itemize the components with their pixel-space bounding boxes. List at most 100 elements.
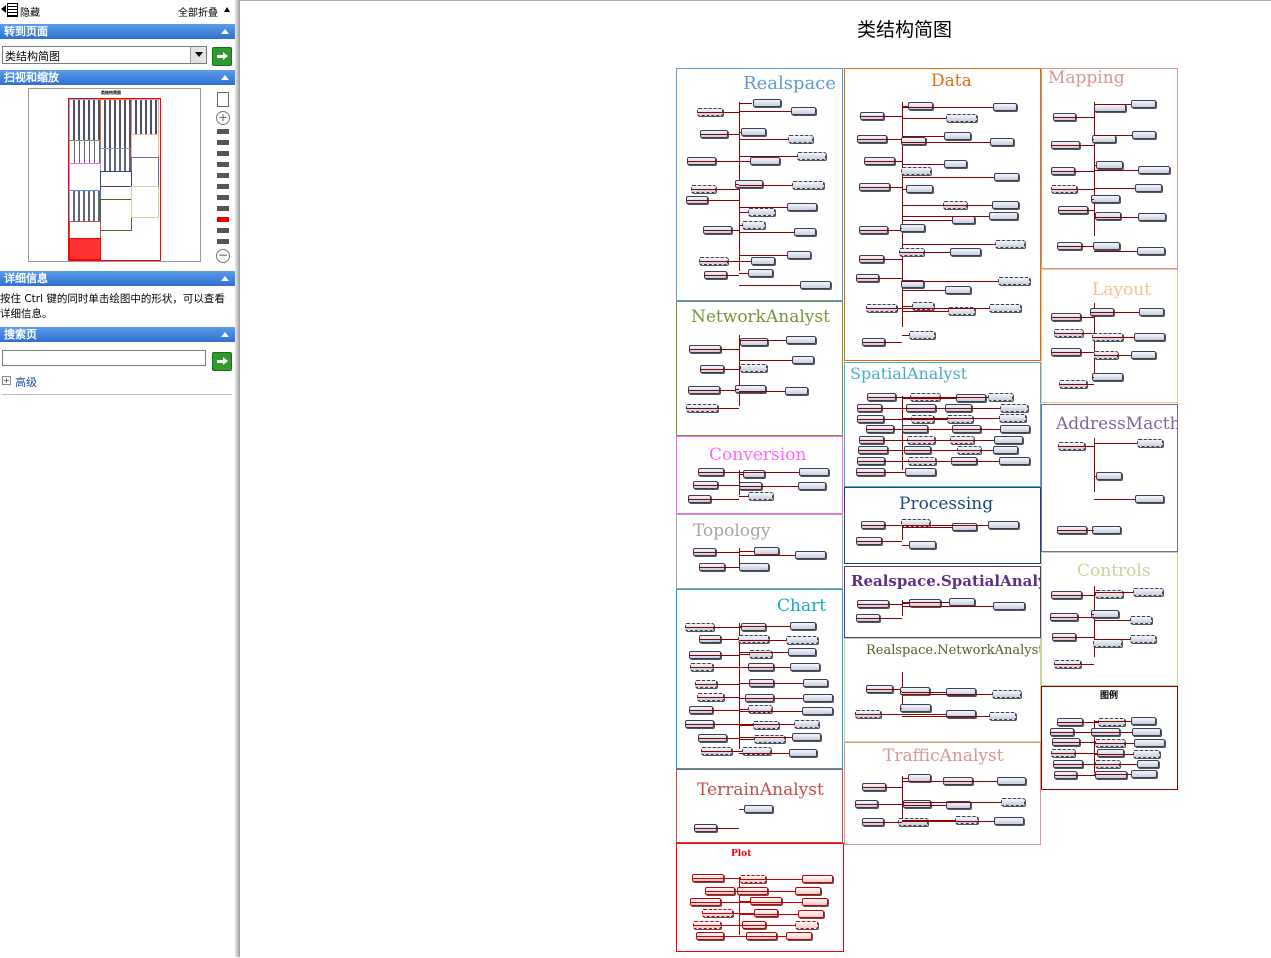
panel-plot[interactable]: Plot — [676, 843, 844, 952]
details-header[interactable]: 详细信息 — [0, 271, 235, 286]
search-header[interactable]: 搜索页 — [0, 327, 235, 342]
class-node[interactable] — [901, 519, 930, 527]
class-node[interactable] — [792, 733, 821, 741]
panel-chart[interactable]: Chart — [676, 589, 843, 769]
class-node[interactable] — [1139, 308, 1165, 316]
class-node[interactable] — [945, 286, 972, 294]
collapse-all-button[interactable]: 全部折叠 — [178, 4, 232, 16]
class-node[interactable] — [1092, 135, 1115, 143]
class-node[interactable] — [992, 201, 1019, 209]
panel-topology[interactable]: Topology — [676, 514, 843, 589]
class-node[interactable] — [1135, 184, 1163, 192]
panel-legend[interactable]: 图例 — [1041, 686, 1178, 790]
class-node[interactable] — [748, 492, 773, 500]
scan-zoom-header[interactable]: 扫视和缩放 — [0, 70, 235, 85]
class-node[interactable] — [787, 203, 817, 211]
class-node[interactable] — [994, 173, 1018, 181]
fit-page-icon[interactable] — [217, 92, 229, 107]
zoom-level-6[interactable] — [217, 184, 229, 189]
class-node[interactable] — [993, 446, 1018, 454]
select-dropdown-button[interactable] — [190, 47, 206, 63]
class-node[interactable] — [792, 356, 814, 364]
panel-processing[interactable]: Processing — [844, 487, 1041, 564]
class-node[interactable] — [944, 132, 970, 140]
class-node[interactable] — [1000, 425, 1029, 433]
panel-realspace-networkanalyst[interactable]: Realspace.NetworkAnalyst — [844, 638, 1041, 742]
class-node[interactable] — [905, 468, 936, 476]
class-node[interactable] — [1131, 351, 1156, 359]
class-node[interactable] — [1093, 242, 1119, 250]
class-node[interactable] — [1132, 728, 1161, 736]
class-node[interactable] — [1096, 161, 1123, 169]
class-node[interactable] — [1130, 616, 1153, 624]
zoom-level-2[interactable] — [217, 140, 229, 145]
class-node[interactable] — [906, 185, 933, 193]
search-input[interactable] — [2, 350, 206, 366]
class-node[interactable] — [989, 212, 1018, 220]
class-node[interactable] — [797, 152, 826, 160]
class-node[interactable] — [1094, 104, 1125, 112]
panel-data[interactable]: Data — [844, 68, 1041, 361]
class-node[interactable] — [735, 385, 766, 393]
class-node[interactable] — [1091, 195, 1120, 203]
class-node[interactable] — [794, 720, 819, 728]
class-node[interactable] — [1091, 610, 1119, 618]
class-node[interactable] — [803, 694, 833, 702]
panel-layout[interactable]: Layout — [1041, 269, 1178, 403]
class-node[interactable] — [994, 436, 1023, 444]
class-node[interactable] — [995, 240, 1025, 248]
panel-networkanalyst[interactable]: NetworkAnalyst — [676, 301, 843, 436]
goto-page-button[interactable] — [212, 47, 232, 66]
class-node[interactable] — [901, 167, 931, 175]
class-node[interactable] — [909, 541, 935, 549]
class-node[interactable] — [955, 816, 978, 824]
class-node[interactable] — [786, 336, 817, 344]
class-node[interactable] — [999, 457, 1030, 465]
class-node[interactable] — [795, 887, 821, 895]
class-node[interactable] — [1096, 472, 1122, 480]
zoom-level-1[interactable] — [217, 129, 229, 134]
class-node[interactable] — [800, 281, 831, 289]
class-node[interactable] — [1000, 404, 1028, 412]
class-node[interactable] — [787, 251, 811, 259]
class-node[interactable] — [900, 704, 931, 712]
class-node[interactable] — [944, 160, 968, 168]
class-node[interactable] — [751, 257, 775, 265]
class-node[interactable] — [946, 688, 976, 696]
class-node[interactable] — [744, 805, 773, 813]
class-node[interactable] — [990, 138, 1013, 146]
class-node[interactable] — [794, 228, 816, 236]
class-node[interactable] — [789, 749, 818, 757]
class-node[interactable] — [1138, 166, 1170, 174]
class-node[interactable] — [785, 387, 808, 395]
class-node[interactable] — [1131, 770, 1157, 778]
class-node[interactable] — [802, 707, 833, 715]
panel-trafficanalyst[interactable]: TrafficAnalyst — [844, 742, 1041, 845]
class-node[interactable] — [740, 364, 767, 372]
class-node[interactable] — [748, 208, 775, 216]
class-node[interactable] — [743, 470, 766, 478]
panel-addressmacth[interactable]: AddressMacth — [1041, 404, 1178, 552]
class-node[interactable] — [1134, 739, 1165, 747]
class-node[interactable] — [949, 598, 974, 606]
class-node[interactable] — [992, 690, 1020, 698]
class-node[interactable] — [790, 663, 820, 671]
search-go-button[interactable] — [212, 352, 232, 371]
class-node[interactable] — [754, 547, 779, 555]
class-node[interactable] — [1137, 760, 1160, 768]
class-node[interactable] — [1092, 526, 1121, 534]
panel-mapping[interactable]: Mapping — [1041, 68, 1178, 269]
class-node[interactable] — [989, 712, 1016, 720]
zoom-level-7[interactable] — [217, 195, 229, 200]
zoom-level-10[interactable] — [217, 228, 229, 233]
class-node[interactable] — [952, 216, 974, 224]
class-node[interactable] — [799, 468, 830, 476]
class-node[interactable] — [994, 817, 1023, 825]
class-node[interactable] — [950, 248, 981, 256]
panel-realspace[interactable]: Realspace — [676, 68, 843, 301]
class-node[interactable] — [909, 331, 936, 339]
class-node[interactable] — [750, 157, 780, 165]
class-node[interactable] — [786, 636, 818, 644]
class-node[interactable] — [802, 875, 832, 883]
class-node[interactable] — [740, 338, 768, 346]
